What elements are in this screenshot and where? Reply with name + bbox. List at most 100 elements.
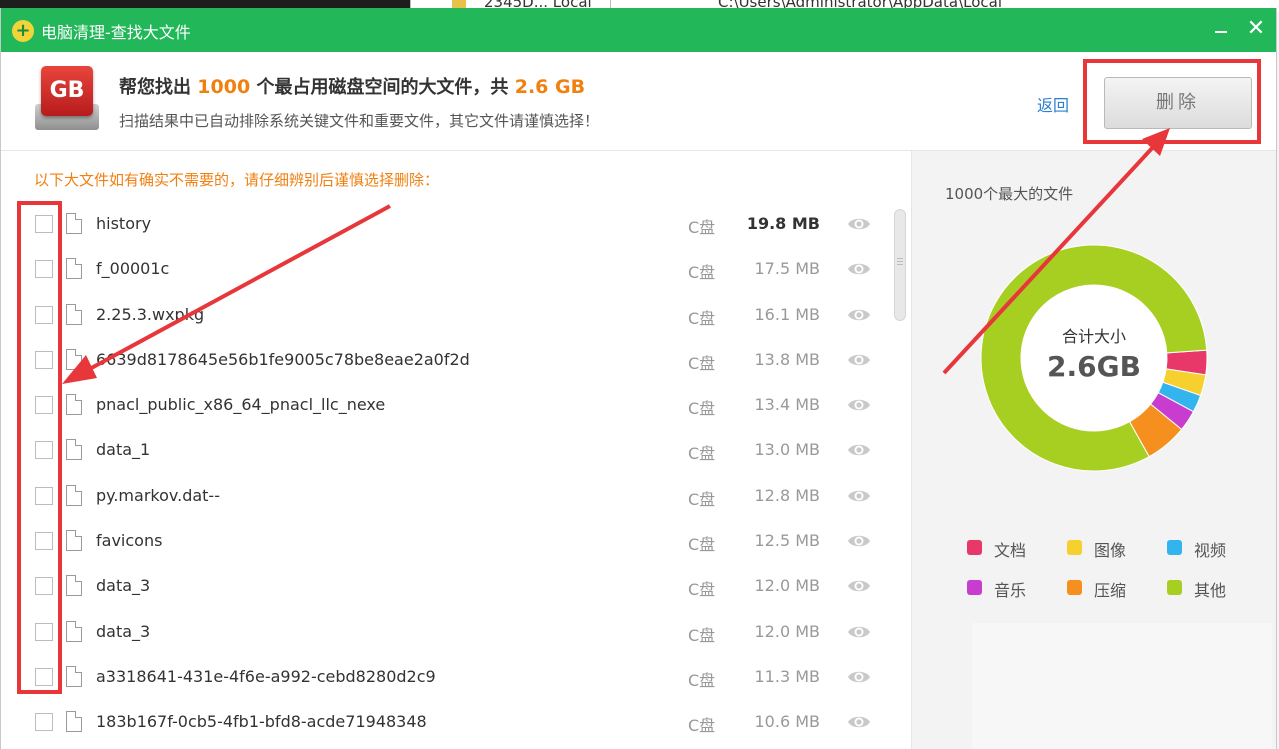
file-checkbox[interactable] [35,305,53,324]
preview-eye-icon[interactable] [847,487,871,505]
minimize-button[interactable] [1206,14,1236,44]
file-checkbox[interactable] [35,396,53,415]
file-checkbox[interactable] [35,260,53,279]
summary-title: 1000个最大的文件 [945,185,1074,203]
file-size: 16.1 MB [754,304,821,324]
window-title: 电脑清理-查找大文件 [41,23,191,42]
gb-disk-icon: GB [35,66,99,130]
file-row[interactable]: history C盘 19.8 MB [1,203,891,248]
file-row[interactable]: data_3 C盘 12.0 MB [1,565,891,610]
preview-eye-icon[interactable] [847,260,871,278]
file-icon [66,394,82,416]
headline-prefix: 帮您找出 [119,77,198,98]
file-name: f_00001c [96,259,170,279]
file-name: py.markov.dat-- [96,485,220,505]
delete-button[interactable]: 删除 [1104,77,1252,129]
file-checkbox[interactable] [35,486,53,505]
file-row[interactable]: 183b167f-0cb5-4fb1-bfd8-acde71948348 C盘 10… [1,701,891,746]
legend-label: 视频 [1194,541,1227,560]
legend-label: 压缩 [1094,581,1127,600]
file-name: 2.25.3.wxpkg [96,304,205,324]
file-checkbox[interactable] [35,713,53,732]
file-icon [66,213,82,234]
file-name: pnacl_public_x86_64_pnacl_llc_nexe [96,395,386,415]
preview-eye-icon[interactable] [847,351,871,369]
close-icon: ✕ [1246,16,1266,41]
close-button[interactable]: ✕ [1241,14,1271,44]
file-name: 6639d8178645e56b1fe9005c78be8eae2a0f2d [96,349,470,369]
file-row[interactable]: 6639d8178645e56b1fe9005c78be8eae2a0f2d C盘… [1,339,891,384]
preview-eye-icon[interactable] [847,306,871,324]
file-icon [66,711,82,733]
preview-eye-icon[interactable] [847,577,871,595]
legend-swatch [1167,580,1182,595]
file-row[interactable]: f_00001c C盘 17.5 MB [1,248,891,293]
file-drive: C盘 [688,580,716,600]
file-list: history C盘 19.8 MB f_00001c C盘 17.5 MB 2.25.3.… [1,203,891,747]
file-drive: C盘 [688,489,716,509]
file-icon [66,348,82,370]
file-size: 13.0 MB [754,440,821,460]
file-size: 13.8 MB [754,349,821,369]
file-name: data_3 [96,621,151,641]
file-checkbox[interactable] [35,532,53,551]
title-bar: + 电脑清理-查找大文件 ✕ [1,8,1276,52]
preview-eye-icon[interactable] [847,441,871,459]
file-row[interactable]: 2.25.3.wxpkg C盘 16.1 MB [1,294,891,339]
file-size: 10.6 MB [754,712,821,732]
file-row[interactable]: data_1 C盘 13.0 MB [1,429,891,474]
legend-label: 其他 [1194,581,1227,600]
file-row[interactable]: py.markov.dat-- C盘 12.8 MB [1,475,891,520]
list-scrollbar[interactable] [893,209,907,749]
file-name: data_3 [96,576,151,596]
file-list-panel: 以下大文件如有确实不需要的，请仔细辨别后谨慎选择删除： history C盘 19.… [1,151,911,749]
summary-panel: 1000个最大的文件 合计大小 2.6GB 文档 图像 视频 音乐 压缩 其他 [912,151,1276,749]
legend-label: 文档 [994,541,1027,560]
preview-eye-icon[interactable] [847,623,871,641]
file-icon [66,303,82,325]
preview-eye-icon[interactable] [847,215,871,233]
file-checkbox[interactable] [35,667,53,686]
file-drive: C盘 [688,263,716,283]
file-row[interactable]: pnacl_public_x86_64_pnacl_llc_nexe C盘 13.4… [1,384,891,429]
preview-eye-icon[interactable] [847,713,871,731]
file-drive: C盘 [688,716,716,736]
file-checkbox[interactable] [35,622,53,641]
file-size: 17.5 MB [754,259,821,279]
file-size: 12.8 MB [754,485,821,505]
preview-eye-icon[interactable] [847,396,871,414]
preview-eye-icon[interactable] [847,532,871,550]
file-icon [66,530,82,552]
file-drive: C盘 [688,444,716,464]
gb-icon-face: GB [41,66,93,116]
legend-label: 图像 [1094,541,1127,560]
file-row[interactable]: data_3 C盘 12.0 MB [1,611,891,656]
legend-swatch [967,540,982,555]
legend-swatch [1067,580,1082,595]
legend-swatch [967,580,982,595]
legend-swatch [1067,540,1082,555]
file-icon [66,620,82,642]
file-size: 12.5 MB [754,531,821,551]
blurred-area [972,623,1272,749]
scroll-thumb[interactable] [894,209,906,321]
legend-swatch [1167,540,1182,555]
back-link[interactable]: 返回 [1037,92,1069,116]
file-drive: C盘 [688,399,716,419]
file-checkbox[interactable] [35,577,53,596]
file-checkbox[interactable] [35,215,53,233]
file-drive: C盘 [688,353,716,373]
file-drive: C盘 [688,535,716,555]
file-checkbox[interactable] [35,441,53,460]
result-header: GB 帮您找出 1000 个最占用磁盘空间的大文件，共 2.6 GB 扫描结果中… [1,52,1276,151]
result-headline: 帮您找出 1000 个最占用磁盘空间的大文件，共 2.6 GB [119,73,585,99]
preview-eye-icon[interactable] [847,668,871,686]
file-row[interactable]: favicons C盘 12.5 MB [1,520,891,565]
minimize-icon [1215,31,1227,33]
file-size: 12.0 MB [754,621,821,641]
total-size: 2.6 GB [514,76,586,98]
file-row[interactable]: a3318641-431e-4f6e-a992-cebd8280d2c9 C盘 11… [1,656,891,701]
file-drive: C盘 [688,218,716,237]
file-drive: C盘 [688,308,716,328]
file-checkbox[interactable] [35,350,53,369]
